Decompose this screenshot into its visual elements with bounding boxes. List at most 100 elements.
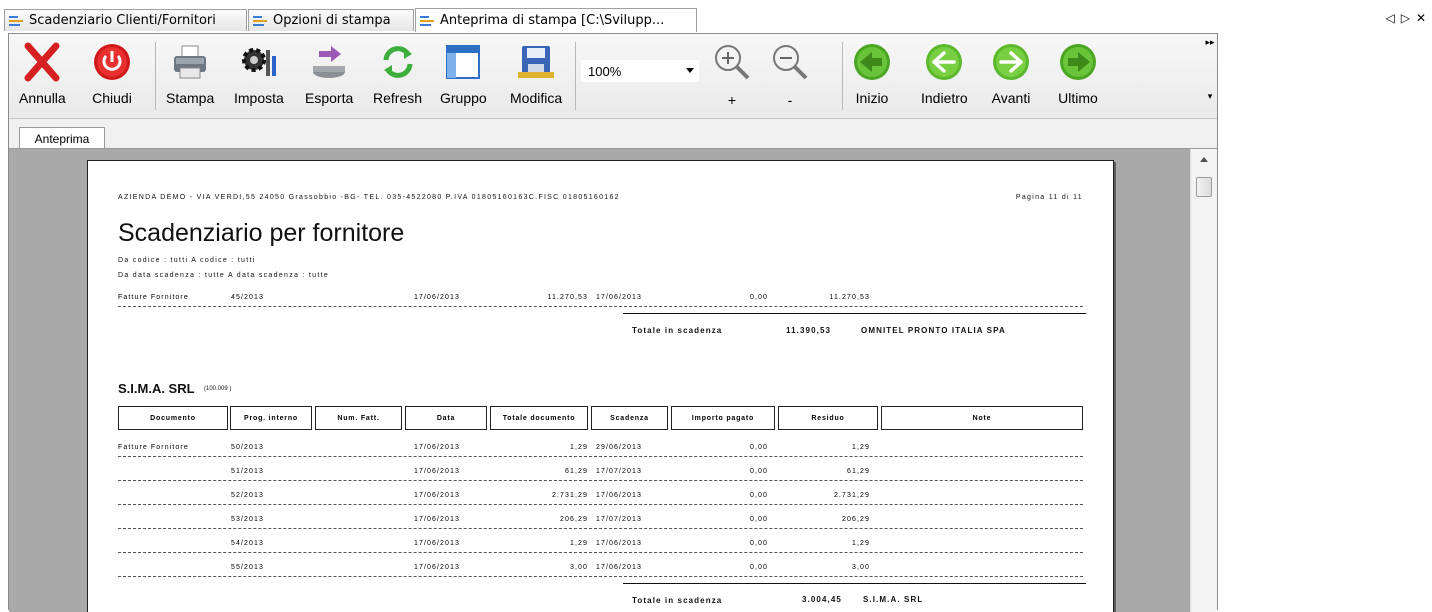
row-residuo: 61,29 (846, 468, 870, 475)
zoom-in-label: + (727, 92, 737, 108)
settings-gears-icon (239, 40, 279, 84)
row-residuo: 1,29 (851, 444, 870, 451)
row-pagato: 0,00 (749, 444, 768, 451)
cancel-x-icon (22, 40, 62, 84)
tab-label: Opzioni di stampa (273, 13, 391, 28)
indietro-button[interactable]: Indietro (921, 40, 968, 106)
zoom-in-button[interactable]: + (712, 42, 752, 108)
tab-next-icon[interactable]: ▷ (1401, 11, 1410, 25)
total-supplier-name: OMNITEL PRONTO ITALIA SPA (861, 326, 1006, 335)
toolbar-separator (155, 42, 156, 110)
row-pagato: 0,00 (749, 492, 768, 499)
row-residuo: 1,29 (851, 540, 870, 547)
col-label: Totale documento (502, 414, 576, 422)
row-data: 17/06/2013 (414, 516, 461, 523)
prev-row-data: 17/06/2013 (414, 294, 461, 301)
total-label: Totale in scadenza (632, 596, 723, 605)
chiudi-button[interactable]: Chiudi (92, 40, 132, 106)
modifica-label: Modifica (510, 90, 563, 106)
col-totale-documento: Totale documento (490, 406, 588, 430)
col-num-fatt: Num. Fatt. (315, 406, 402, 430)
col-note: Note (881, 406, 1083, 430)
inizio-label: Inizio (855, 90, 889, 106)
row-pagato: 0,00 (749, 468, 768, 475)
col-data: Data (405, 406, 487, 430)
report-icon (420, 15, 436, 27)
tab-label: Anteprima di stampa [C:\Svilupp... (440, 13, 665, 28)
total-amount: 11.390,53 (786, 326, 832, 335)
col-label: Importo pagato (691, 414, 755, 422)
row-data: 17/06/2013 (414, 444, 461, 451)
filter-data-scadenza: Da data scadenza : tutte A data scadenza… (118, 272, 330, 279)
total-rule (623, 583, 1086, 584)
scroll-up-icon[interactable] (1200, 157, 1208, 162)
row-prog: 52/2013 (231, 492, 265, 499)
row-data: 17/06/2013 (414, 492, 461, 499)
prev-row-pagato: 0,00 (749, 294, 768, 301)
row-totale: 3,00 (569, 564, 588, 571)
chiudi-label: Chiudi (92, 90, 132, 106)
row-data: 17/06/2013 (414, 468, 461, 475)
inizio-button[interactable]: Inizio (852, 40, 892, 106)
row-pagato: 0,00 (749, 540, 768, 547)
col-label: Note (972, 414, 992, 422)
tab-navigation: ◁ ▷ ✕ (1385, 11, 1426, 25)
scroll-thumb[interactable] (1196, 177, 1212, 197)
row-divider (118, 306, 1083, 307)
zoom-select[interactable]: 100% (581, 60, 699, 82)
modifica-button[interactable]: Modifica (510, 40, 562, 106)
zoom-out-button[interactable]: - (770, 42, 810, 108)
prev-row-scadenza: 17/06/2013 (596, 294, 643, 301)
vertical-scrollbar[interactable] (1190, 149, 1217, 612)
tab-anteprima-stampa[interactable]: Anteprima di stampa [C:\Svilupp... (415, 8, 697, 32)
imposta-label: Imposta (234, 90, 284, 106)
col-label: Prog. interno (244, 414, 298, 422)
preview-tab-bar: Anteprima (9, 119, 1217, 149)
annulla-button[interactable]: Annulla (19, 40, 66, 106)
arrow-left-icon (924, 40, 964, 84)
row-divider (118, 552, 1083, 553)
esporta-button[interactable]: Esporta (305, 40, 353, 106)
prev-row-residuo: 11.270,53 (829, 294, 870, 301)
stampa-button[interactable]: Stampa (166, 40, 214, 106)
row-divider (118, 480, 1083, 481)
avanti-button[interactable]: Avanti (991, 40, 1031, 106)
row-totale: 1,29 (569, 540, 588, 547)
row-pagato: 0,00 (749, 516, 768, 523)
tab-prev-icon[interactable]: ◁ (1385, 11, 1394, 25)
col-label: Scadenza (610, 414, 649, 422)
ultimo-label: Ultimo (1058, 90, 1098, 106)
indietro-label: Indietro (921, 90, 968, 106)
avanti-label: Avanti (991, 90, 1031, 106)
row-divider (118, 456, 1083, 457)
supplier-name: S.I.M.A. SRL (118, 381, 195, 396)
col-importo-pagato: Importo pagato (671, 406, 775, 430)
col-documento: Documento (118, 406, 228, 430)
row-prog: 51/2013 (231, 468, 265, 475)
toolbar-overflow[interactable]: ▸▸ ▾ (1205, 38, 1215, 114)
row-residuo: 2.731,29 (833, 492, 870, 499)
zoom-out-label: - (787, 92, 793, 108)
toolbar-separator (575, 42, 576, 110)
ultimo-button[interactable]: Ultimo (1058, 40, 1098, 106)
row-residuo: 3,00 (851, 564, 870, 571)
tab-anteprima-label: Anteprima (34, 131, 90, 146)
filter-codice: Da codice : tutti A codice : tutti (118, 257, 256, 264)
col-prog-interno: Prog. interno (230, 406, 312, 430)
printer-icon (170, 40, 210, 84)
tab-close-icon[interactable]: ✕ (1416, 11, 1426, 25)
row-pagato: 0,00 (749, 564, 768, 571)
tab-anteprima[interactable]: Anteprima (19, 127, 105, 149)
gruppo-button[interactable]: Gruppo (440, 40, 487, 106)
arrow-right-icon (991, 40, 1031, 84)
prev-row-doc: Fatture Fornitore (118, 294, 189, 301)
tab-scadenziario[interactable]: Scadenziario Clienti/Fornitori (4, 9, 247, 31)
tab-opzioni-stampa[interactable]: Opzioni di stampa (248, 9, 414, 31)
zoom-out-icon (770, 42, 810, 82)
zoom-in-icon (712, 42, 752, 82)
preview-viewport: AZIENDA DEMO - VIA VERDI,55 24050 Grasso… (9, 148, 1217, 612)
refresh-button[interactable]: Refresh (373, 40, 422, 106)
col-residuo: Residuo (778, 406, 878, 430)
imposta-button[interactable]: Imposta (234, 40, 284, 106)
row-scadenza: 17/06/2013 (596, 564, 643, 571)
